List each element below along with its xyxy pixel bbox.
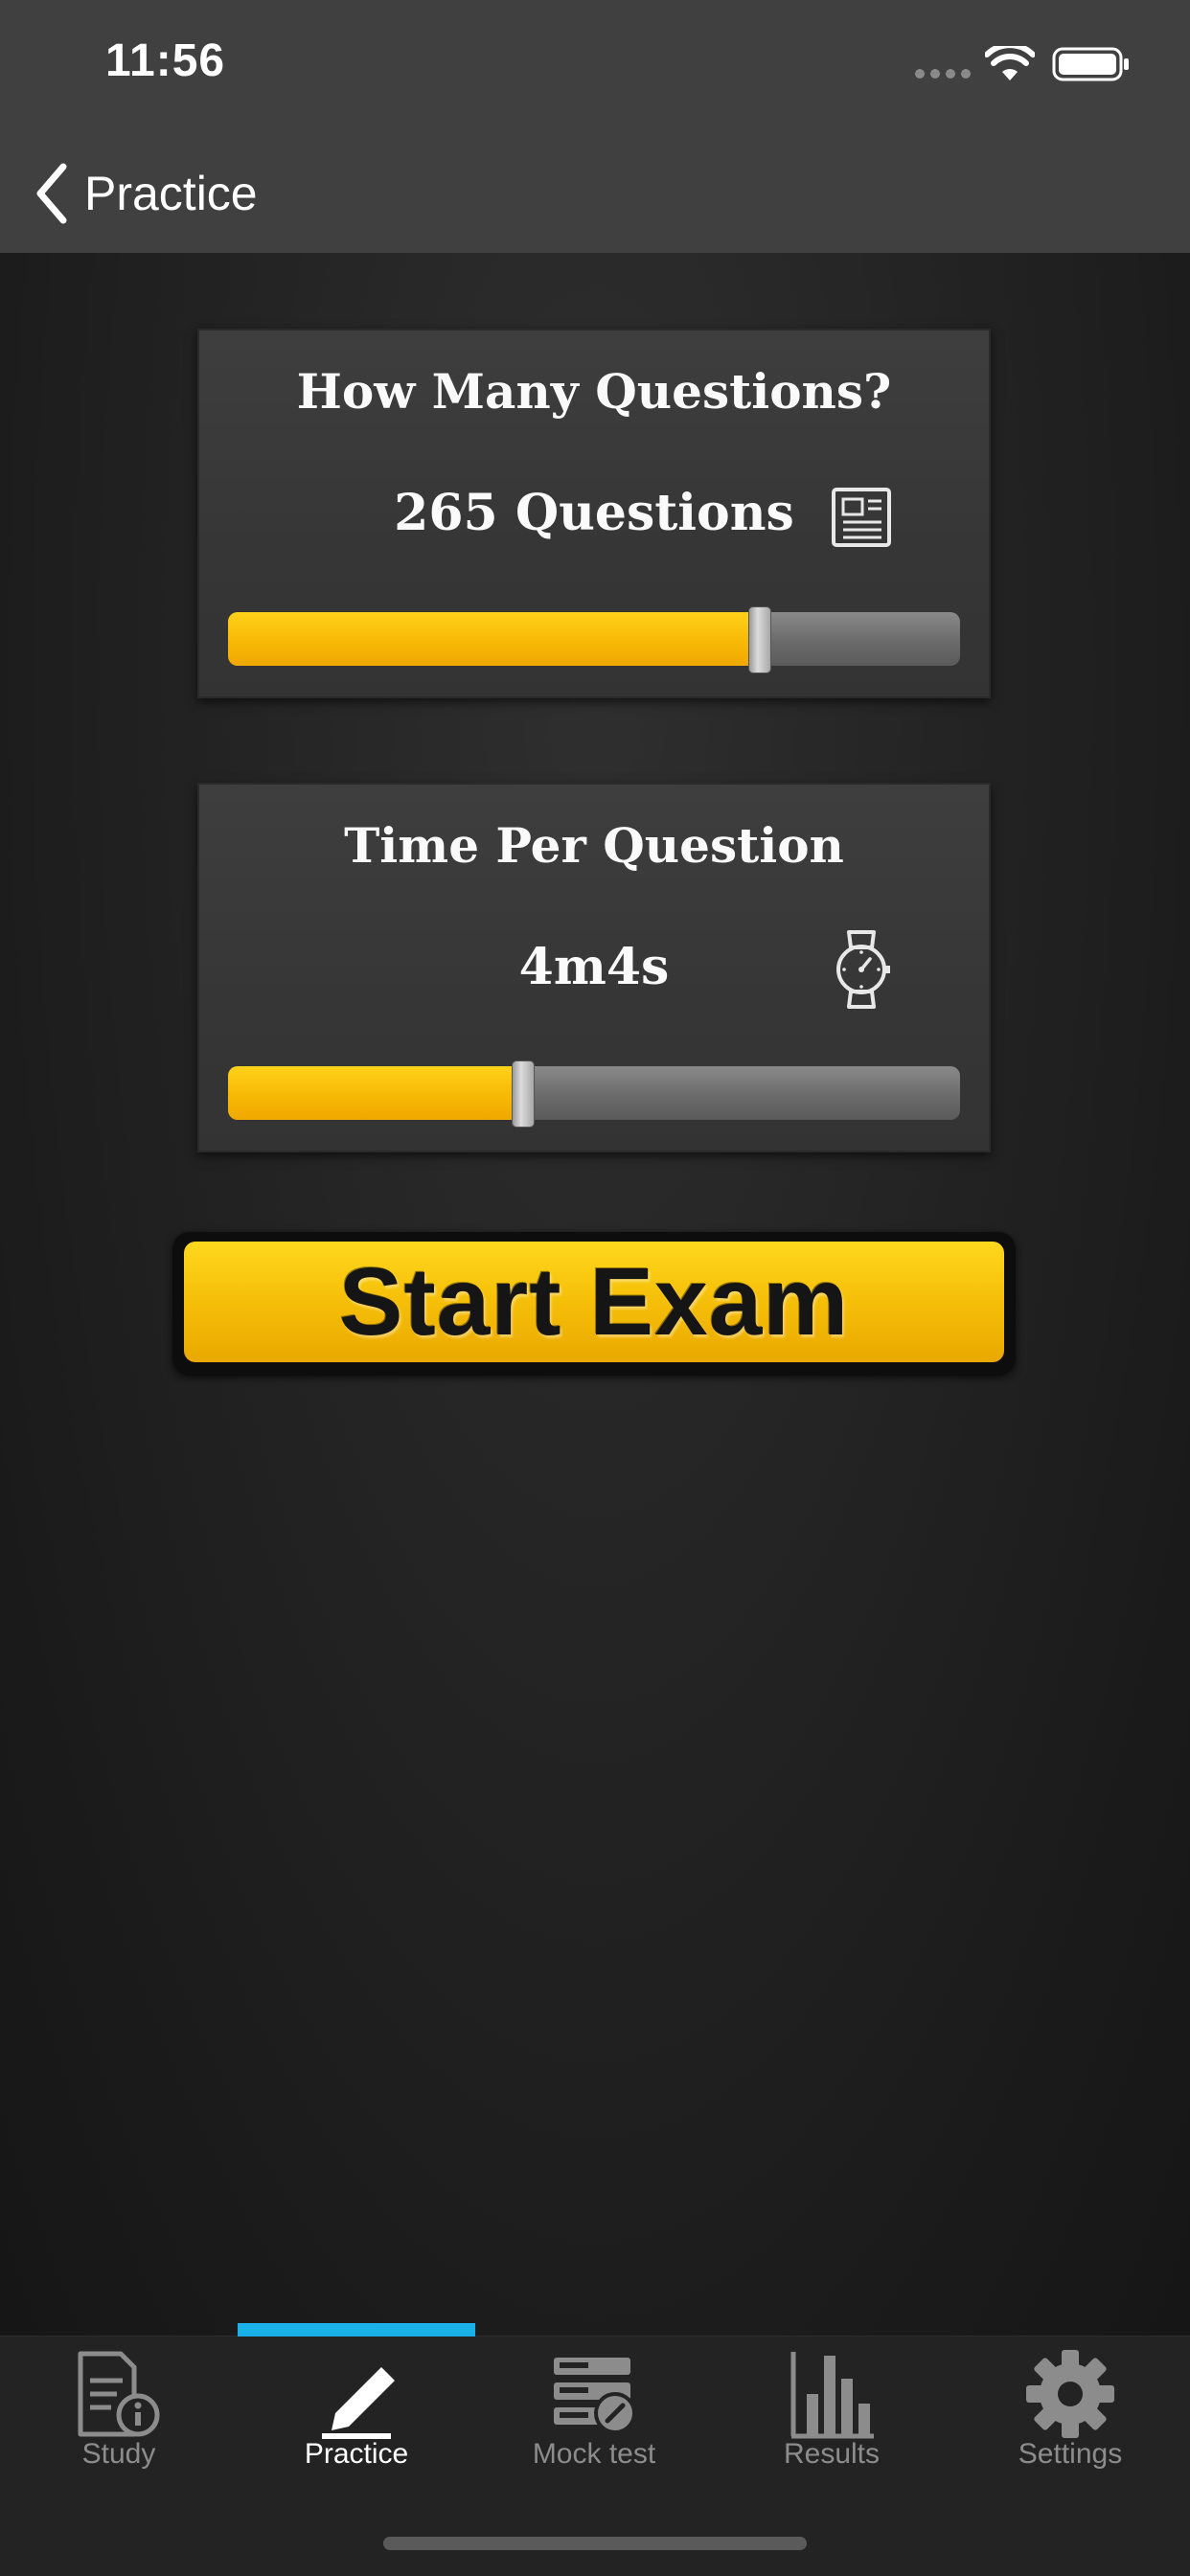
tab-study[interactable]: Study [0,2337,238,2471]
tab-results-label: Results [783,2438,881,2470]
tab-results[interactable]: Results [713,2337,950,2471]
mock-test-icon [554,2358,636,2434]
tab-settings[interactable]: Settings [950,2337,1190,2471]
tab-mock-test[interactable]: Mock test [475,2337,713,2471]
back-button[interactable]: Practice [33,155,258,232]
tab-mock-test-label: Mock test [532,2438,656,2470]
question-count-slider[interactable] [228,606,960,673]
active-tab-indicator [238,2323,475,2337]
status-time: 11:56 [105,35,226,86]
tab-study-label: Study [81,2438,156,2470]
home-indicator [383,2537,807,2550]
chevron-left-icon [36,163,67,224]
study-document-icon [78,2351,160,2437]
status-bar: 11:56 [0,0,1190,134]
time-per-question-title: Time Per Question [344,817,844,874]
tab-practice[interactable]: Practice [238,2337,475,2471]
pencil-icon [322,2367,395,2439]
cellular-signal-icon [915,69,971,79]
tab-practice-label: Practice [304,2438,409,2470]
question-count-card: How Many Questions? 265 Questions [197,329,991,698]
bar-chart-icon [790,2352,874,2439]
newspaper-icon [832,488,891,547]
start-exam-label: Start Exam [338,1247,850,1356]
time-per-question-card: Time Per Question 4m4s [197,783,991,1152]
battery-icon [1052,47,1129,81]
navigation-bar: Practice [0,134,1190,253]
slider-thumb[interactable] [747,606,771,673]
gear-icon [1026,2350,1114,2438]
question-count-title: How Many Questions? [296,363,892,420]
slider-thumb[interactable] [512,1060,536,1128]
slider-fill [228,612,759,666]
time-per-question-slider[interactable] [228,1060,960,1128]
wifi-icon [985,46,1035,80]
start-exam-button[interactable]: Start Exam [172,1232,1016,1376]
watch-icon [836,930,890,1009]
start-exam-button-face: Start Exam [184,1242,1004,1362]
back-label: Practice [84,167,258,220]
slider-fill [228,1066,523,1120]
tab-settings-label: Settings [1018,2438,1123,2470]
